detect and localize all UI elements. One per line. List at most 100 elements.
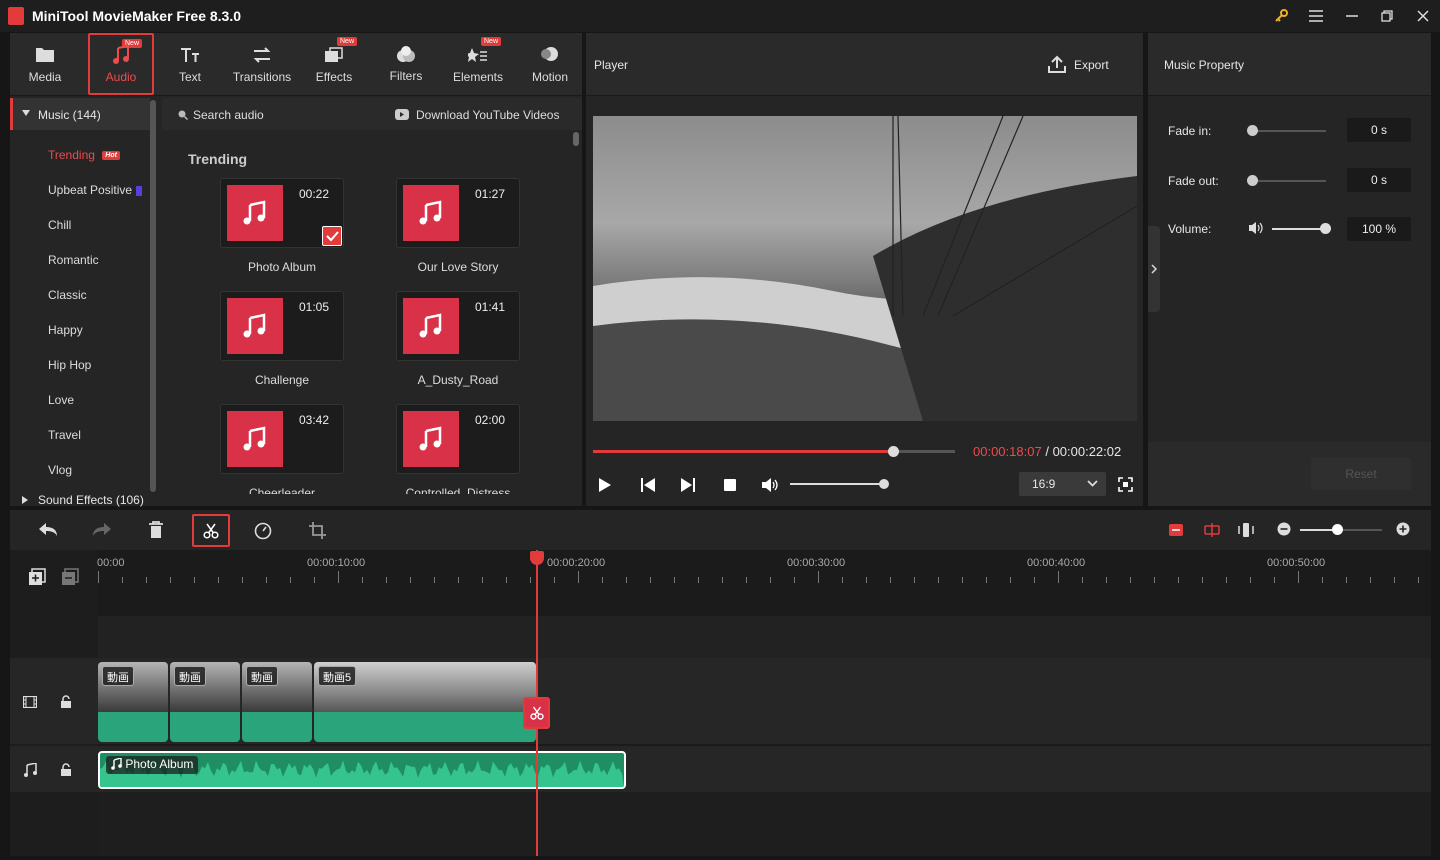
collapse-panel-handle[interactable] [1148, 226, 1160, 312]
ruler-tick [122, 577, 123, 583]
property-volume-handle[interactable] [1320, 223, 1331, 234]
ruler-tick [146, 577, 147, 583]
sound-effects-category[interactable]: Sound Effects (106) [38, 493, 144, 507]
search-input[interactable]: Search audio [193, 108, 264, 122]
add-track-icon[interactable] [28, 568, 46, 586]
sidebar-item-romantic[interactable]: Romantic [48, 253, 99, 267]
next-frame-icon[interactable] [680, 477, 696, 493]
track-card[interactable]: 01:27 [396, 178, 520, 248]
ruler-tick [1058, 571, 1059, 583]
lock-icon[interactable] [60, 763, 72, 777]
ruler-tick [866, 577, 867, 583]
ruler-tick [170, 577, 171, 583]
tab-effects[interactable]: New Effects [301, 33, 367, 96]
previous-frame-icon[interactable] [640, 477, 656, 493]
speed-icon[interactable] [254, 522, 272, 540]
music-category-header[interactable]: Music (144) [10, 98, 150, 130]
key-icon[interactable] [1270, 6, 1292, 26]
ruler-tick [242, 577, 243, 583]
video-clip[interactable]: 動画 [98, 662, 168, 742]
sidebar-item-upbeat-positive[interactable]: Upbeat Positive [48, 183, 143, 197]
property-volume-slider[interactable] [1272, 228, 1325, 230]
redo-icon[interactable] [92, 522, 112, 538]
fade-out-slider[interactable] [1252, 180, 1326, 182]
track-name: Controlled_Distress [405, 486, 511, 494]
play-icon[interactable] [598, 477, 612, 493]
tab-audio[interactable]: New Audio [88, 33, 154, 95]
track-card[interactable]: 01:41 [396, 291, 520, 361]
ruler-tick [626, 577, 627, 583]
tab-media[interactable]: Media [12, 33, 78, 96]
zoom-out-icon[interactable] [1277, 522, 1291, 536]
tab-motion[interactable]: Motion [517, 33, 583, 96]
video-clip[interactable]: 動画 [170, 662, 240, 742]
track-card[interactable]: 00:22 [220, 178, 344, 248]
volume-field[interactable]: 100 % [1347, 217, 1411, 241]
zoom-handle[interactable] [1331, 524, 1343, 535]
ruler-tick [554, 577, 555, 583]
fade-in-handle[interactable] [1247, 125, 1258, 136]
close-icon[interactable] [1412, 6, 1434, 26]
category-sidebar: Music (144) Trending Hot Upbeat Positive… [10, 98, 160, 507]
playhead-handle[interactable] [530, 551, 544, 565]
track-card[interactable]: 03:42 [220, 404, 344, 474]
delete-icon[interactable] [148, 521, 164, 539]
video-clip[interactable]: 動画5 [314, 662, 536, 742]
track-card[interactable]: 01:05 [220, 291, 344, 361]
split-screen-icon[interactable] [1204, 522, 1220, 538]
grid-scrollbar[interactable] [573, 132, 579, 146]
video-clip[interactable]: 動画 [242, 662, 312, 742]
sidebar-scrollbar[interactable] [150, 100, 156, 492]
download-youtube-link[interactable]: Download YouTube Videos [416, 108, 559, 122]
snap-icon[interactable] [1238, 522, 1254, 538]
aspect-ratio-select[interactable]: 16:9 [1019, 472, 1106, 496]
chevron-down-icon [1087, 480, 1098, 487]
fade-in-field[interactable]: 0 s [1347, 118, 1411, 142]
crop-icon[interactable] [309, 522, 326, 539]
lock-icon[interactable] [60, 695, 72, 709]
sidebar-item-vlog[interactable]: Vlog [48, 463, 72, 477]
selected-checkbox[interactable] [322, 226, 342, 246]
undo-icon[interactable] [38, 522, 58, 538]
tab-elements[interactable]: New Elements [445, 33, 511, 96]
fit-timeline-icon[interactable] [1168, 522, 1184, 538]
tab-transitions[interactable]: Transitions [229, 33, 295, 96]
clip-label: 動画5 [318, 666, 357, 686]
reset-button[interactable]: Reset [1311, 458, 1411, 490]
remove-track-icon[interactable] [61, 568, 79, 586]
ruler-tick [1346, 577, 1347, 583]
audio-clip[interactable]: Photo Album [98, 751, 626, 789]
sidebar-item-travel[interactable]: Travel [48, 428, 81, 442]
playback-progress-fill [593, 450, 894, 453]
ruler-tick [602, 577, 603, 583]
split-button[interactable] [192, 514, 230, 547]
fade-out-handle[interactable] [1247, 175, 1258, 186]
menu-icon[interactable] [1305, 6, 1327, 26]
split-marker[interactable] [523, 697, 550, 729]
stop-icon[interactable] [723, 478, 737, 492]
fullscreen-icon[interactable] [1118, 477, 1133, 492]
sidebar-item-classic[interactable]: Classic [48, 288, 87, 302]
fade-in-slider[interactable] [1252, 130, 1326, 132]
tab-motion-label: Motion [531, 70, 569, 84]
tab-text[interactable]: Text [157, 33, 223, 96]
ai-badge-icon [136, 185, 143, 196]
player-volume-handle[interactable] [879, 479, 889, 489]
sidebar-item-trending[interactable]: Trending Hot [48, 148, 120, 162]
ruler-tick [386, 577, 387, 583]
fade-in-label: Fade in: [1168, 124, 1212, 138]
video-preview[interactable] [593, 116, 1137, 421]
sidebar-item-chill[interactable]: Chill [48, 218, 71, 232]
sidebar-item-love[interactable]: Love [48, 393, 74, 407]
ruler-tick [1034, 577, 1035, 583]
maximize-icon[interactable] [1376, 6, 1398, 26]
fade-out-field[interactable]: 0 s [1347, 168, 1411, 192]
track-card[interactable]: 02:00 [396, 404, 520, 474]
tab-filters[interactable]: Filters [373, 33, 439, 96]
volume-icon[interactable] [761, 477, 779, 493]
zoom-in-icon[interactable] [1396, 522, 1410, 536]
sidebar-item-happy[interactable]: Happy [48, 323, 83, 337]
export-button[interactable]: Export [1074, 58, 1109, 72]
minimize-icon[interactable] [1341, 6, 1363, 26]
sidebar-item-hip-hop[interactable]: Hip Hop [48, 358, 91, 372]
